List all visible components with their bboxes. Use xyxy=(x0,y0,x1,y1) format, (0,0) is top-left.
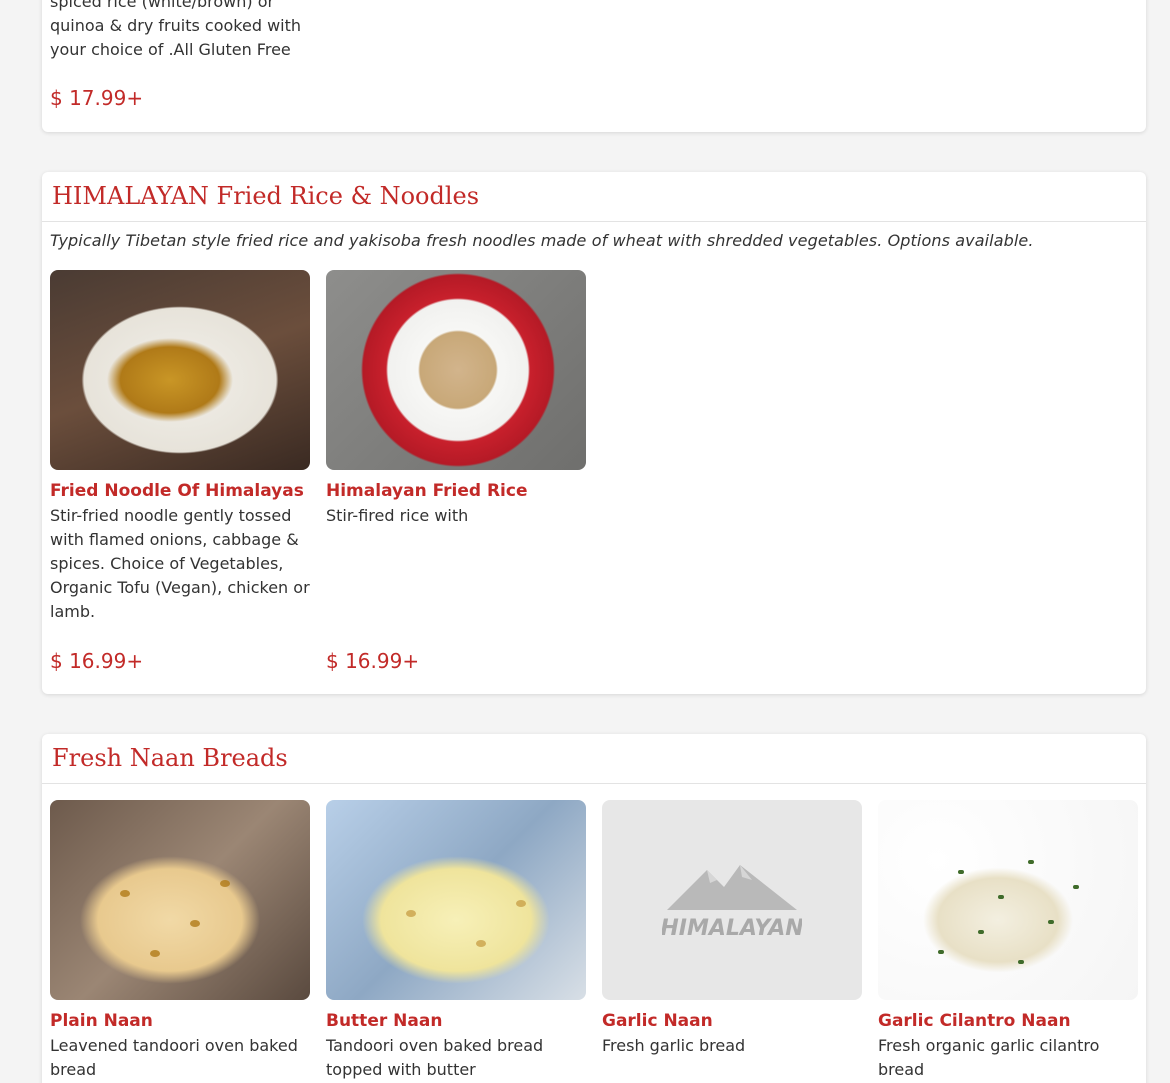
menu-item-description: Leavened tandoori oven baked bread xyxy=(50,1036,298,1079)
menu-item-name[interactable]: Fried Noodle Of Himalayas xyxy=(50,480,310,502)
menu-item-description: Fresh organic garlic cilantro bread xyxy=(878,1036,1100,1079)
menu-item-name[interactable]: Butter Naan xyxy=(326,1010,586,1032)
menu-item-price: $ 16.99+ xyxy=(326,649,420,673)
menu-item-image[interactable] xyxy=(326,800,586,1000)
menu-item-image[interactable] xyxy=(50,800,310,1000)
menu-section-fried-rice-noodles: HIMALAYAN Fried Rice & Noodles Typically… xyxy=(42,172,1146,694)
menu-item-description: spiced rice (white/brown) or quinoa & dr… xyxy=(50,0,302,59)
menu-item-price: $ 16.99+ xyxy=(50,649,144,673)
logo-text: HIMALAYAN xyxy=(662,916,802,941)
menu-item-description: Fresh garlic bread xyxy=(602,1036,746,1055)
menu-item-garlic-naan[interactable]: HIMALAYAN Garlic Naan Fresh garlic bread xyxy=(602,800,862,1058)
menu-section-naan-breads: Fresh Naan Breads Plain Naan Leavened ta… xyxy=(42,734,1146,1083)
menu-item-price: $ 17.99+ xyxy=(50,86,144,110)
himalayan-logo-icon: HIMALAYAN xyxy=(662,865,802,941)
menu-item-description: Stir-fried noodle gently tossed with fla… xyxy=(50,506,310,621)
menu-item-image[interactable] xyxy=(326,270,586,470)
menu-item-description: Stir-fired rice with xyxy=(326,506,469,525)
menu-section-previous: spiced rice (white/brown) or quinoa & dr… xyxy=(42,0,1146,132)
menu-item-fried-noodle[interactable]: Fried Noodle Of Himalayas Stir-fried noo… xyxy=(50,270,310,624)
menu-item-fried-rice[interactable]: Himalayan Fried Rice Stir-fired rice wit… xyxy=(326,270,586,528)
placeholder-image[interactable]: HIMALAYAN xyxy=(602,800,862,1000)
menu-item-name[interactable]: Garlic Naan xyxy=(602,1010,862,1032)
menu-item-image[interactable] xyxy=(878,800,1138,1000)
menu-item-name[interactable]: Garlic Cilantro Naan xyxy=(878,1010,1138,1032)
menu-item-description: Tandoori oven baked bread topped with bu… xyxy=(326,1036,544,1079)
section-title: Fresh Naan Breads xyxy=(42,734,1146,784)
section-title: HIMALAYAN Fried Rice & Noodles xyxy=(42,172,1146,222)
menu-item-garlic-cilantro-naan[interactable]: Garlic Cilantro Naan Fresh organic garli… xyxy=(878,800,1138,1082)
menu-item-image[interactable] xyxy=(50,270,310,470)
menu-item-name[interactable]: Plain Naan xyxy=(50,1010,310,1032)
menu-item-butter-naan[interactable]: Butter Naan Tandoori oven baked bread to… xyxy=(326,800,586,1082)
menu-item-plain-naan[interactable]: Plain Naan Leavened tandoori oven baked … xyxy=(50,800,310,1082)
menu-item-name[interactable]: Himalayan Fried Rice xyxy=(326,480,586,502)
section-description: Typically Tibetan style fried rice and y… xyxy=(50,231,1034,250)
